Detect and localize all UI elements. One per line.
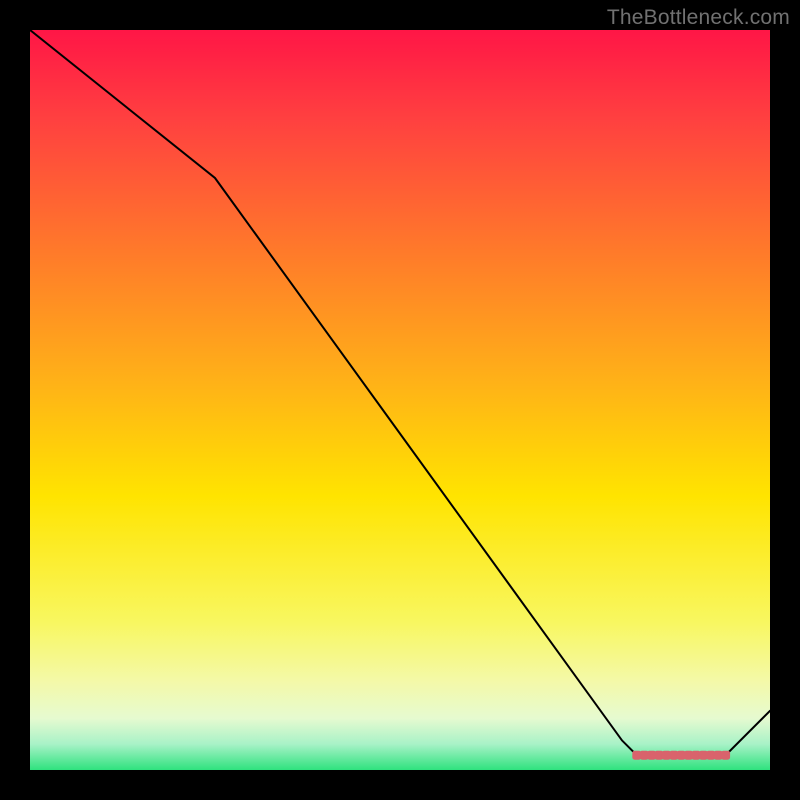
- attribution-text: TheBottleneck.com: [607, 6, 790, 30]
- marker-point: [721, 751, 730, 760]
- chart-plot: [30, 30, 770, 770]
- chart-frame: TheBottleneck.com: [0, 0, 800, 800]
- gradient-background: [30, 30, 770, 770]
- marker-segment: [632, 751, 730, 760]
